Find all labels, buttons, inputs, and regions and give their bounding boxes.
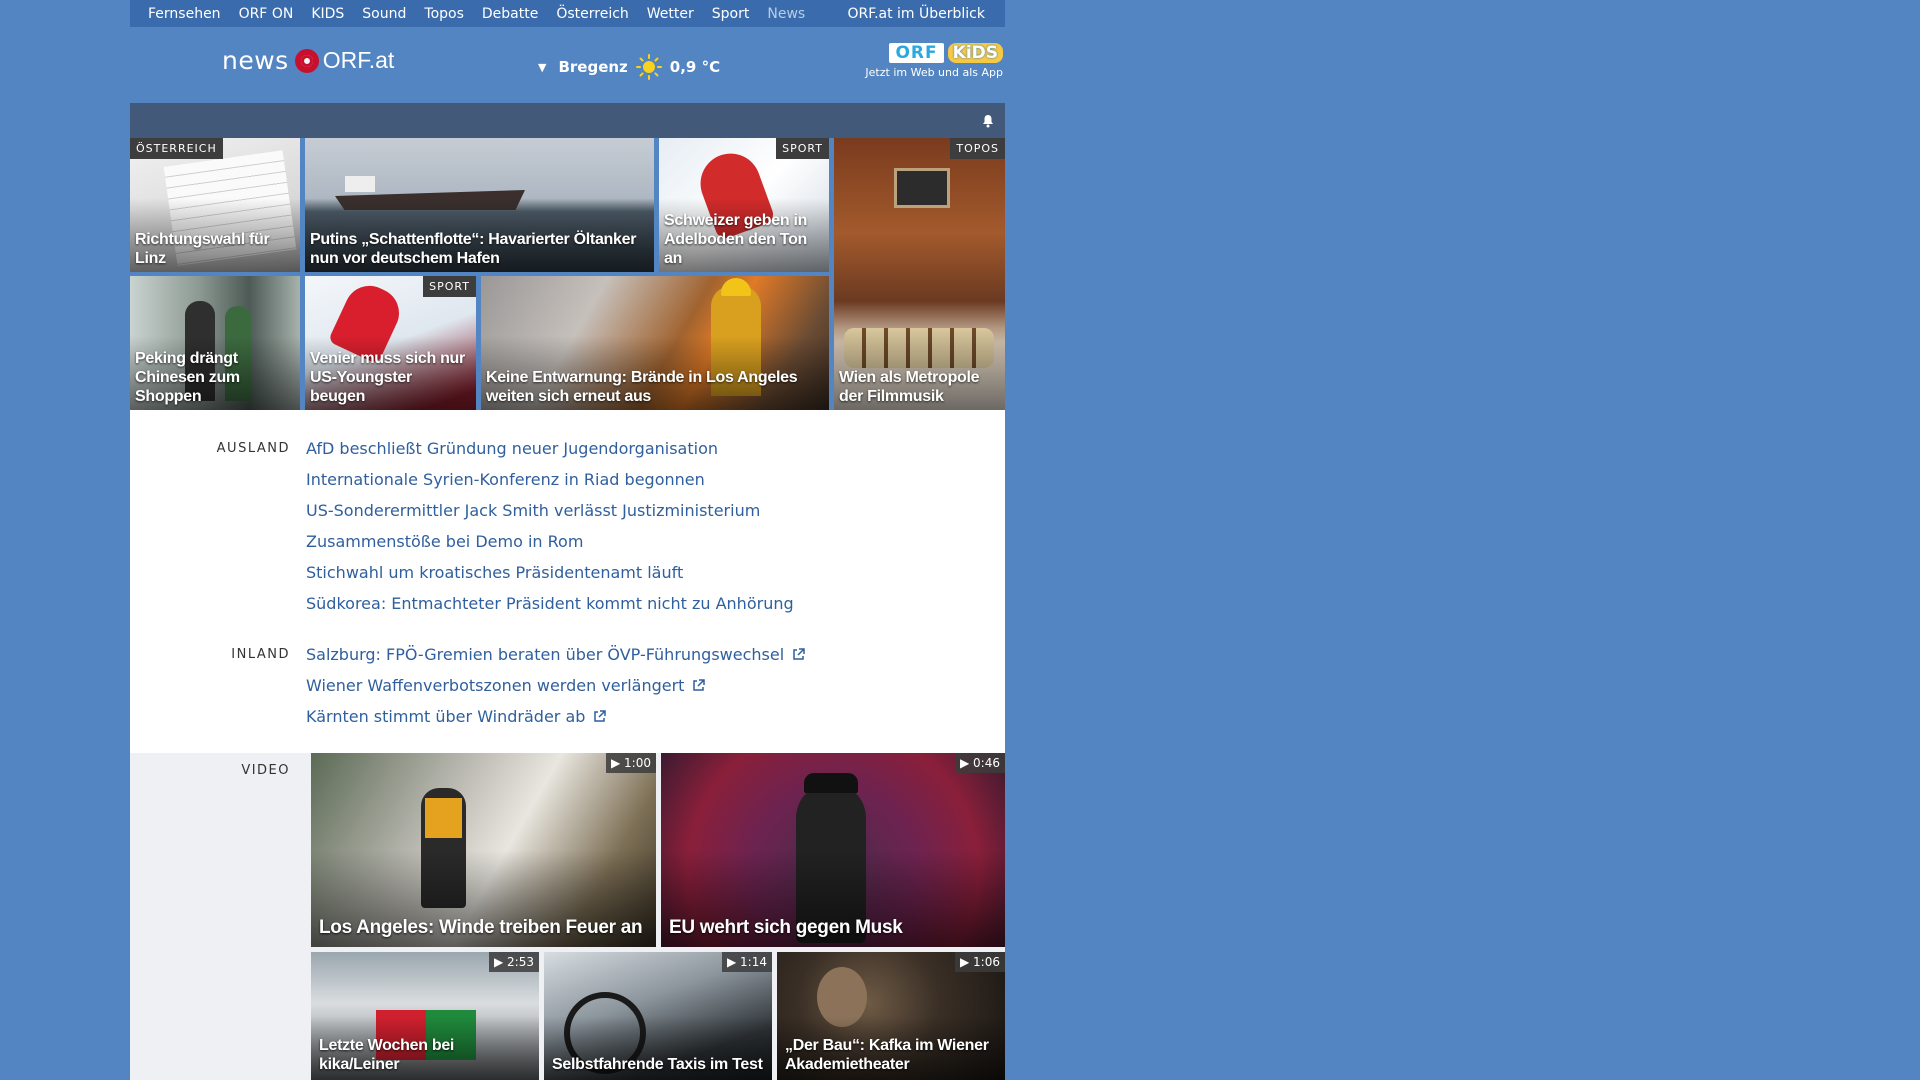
teaser-tag: TOPOS: [950, 138, 1005, 159]
nav-item-oesterreich[interactable]: Österreich: [556, 6, 628, 22]
nav-overview-link[interactable]: ORF.at im Überblick: [848, 6, 985, 22]
video-duration: ▶ 0:46: [955, 753, 1005, 773]
orf-kids-logo-orf: ORF: [889, 43, 944, 63]
logo-orf-text: ORF.at: [322, 47, 395, 73]
news-link-text: Wiener Waffenverbotszonen werden verläng…: [306, 676, 685, 695]
orf-kids-logo-kids: KiDS: [947, 43, 1003, 63]
nav-item-kids[interactable]: KIDS: [311, 6, 344, 22]
teaser-los-angeles[interactable]: Keine Entwarnung: Brände in Los Angeles …: [481, 276, 829, 410]
nav-item-orf-on[interactable]: ORF ON: [239, 6, 294, 22]
teaser-title: Putins „Schattenflotte“: Havarierter Ölt…: [310, 231, 637, 267]
news-link[interactable]: Stichwahl um kroatisches Präsidentenamt …: [306, 557, 794, 588]
news-link[interactable]: Internationale Syrien-Konferenz in Riad …: [306, 464, 794, 495]
teaser-title: Schweizer geben in Adelboden den Ton an: [664, 212, 808, 267]
teaser-filmmusik[interactable]: TOPOS Wien als Metropole der Filmmusik: [834, 138, 1005, 410]
video-tile[interactable]: ▶ 1:00 Los Angeles: Winde treiben Feuer …: [311, 753, 656, 947]
teaser-peking[interactable]: Peking drängt Chinesen zum Shoppen: [130, 276, 300, 410]
page-container: Fernsehen ORF ON KIDS Sound Topos Debatt…: [130, 0, 1005, 1080]
video-tile[interactable]: ▶ 0:46 EU wehrt sich gegen Musk: [661, 753, 1005, 947]
video-title: Selbstfahrende Taxis im Test: [552, 1056, 763, 1073]
dropdown-triangle-icon: ▼: [538, 60, 547, 74]
video-title: Los Angeles: Winde treiben Feuer an: [319, 917, 643, 938]
nav-item-sound[interactable]: Sound: [362, 6, 406, 22]
news-list-area: AUSLAND AfD beschließt Gründung neuer Ju…: [130, 410, 1005, 753]
teaser-tag: SPORT: [423, 276, 476, 297]
video-tile[interactable]: ▶ 2:53 Letzte Wochen bei kika/Leiner: [311, 952, 539, 1080]
news-orf-logo[interactable]: news ORF.at: [222, 46, 394, 75]
teaser-tag: SPORT: [776, 138, 829, 159]
teaser-linz[interactable]: ÖSTERREICH Richtungswahl für Linz: [130, 138, 300, 272]
nav-item-sport[interactable]: Sport: [712, 6, 750, 22]
external-link-icon: [693, 679, 706, 691]
video-duration: ▶ 2:53: [489, 952, 539, 972]
video-tile[interactable]: ▶ 1:06 „Der Bau“: Kafka im Wiener Akadem…: [777, 952, 1005, 1080]
section-label: AUSLAND: [216, 441, 290, 456]
video-section: VIDEO ▶ 1:00 Los Angeles: Winde treiben …: [130, 753, 1005, 1080]
teaser-adelboden[interactable]: SPORT Schweizer geben in Adelboden den T…: [659, 138, 829, 272]
nav-item-topos[interactable]: Topos: [424, 6, 463, 22]
teaser-title: Venier muss sich nur US-Youngster beugen: [310, 350, 465, 405]
teaser-title: Keine Entwarnung: Brände in Los Angeles …: [486, 369, 798, 405]
teaser-title: Wien als Metropole der Filmmusik: [839, 369, 980, 405]
teaser-schattenflotte[interactable]: Putins „Schattenflotte“: Havarierter Ölt…: [305, 138, 654, 272]
teaser-title: Richtungswahl für Linz: [135, 231, 270, 267]
news-link[interactable]: US-Sonderermittler Jack Smith verlässt J…: [306, 495, 794, 526]
section-label: INLAND: [231, 647, 290, 662]
news-link-external[interactable]: Wiener Waffenverbotszonen werden verläng…: [306, 670, 805, 701]
video-duration: ▶ 1:06: [955, 952, 1005, 972]
top-navigation: Fernsehen ORF ON KIDS Sound Topos Debatt…: [130, 0, 1005, 27]
notification-bar: [130, 103, 1005, 138]
section-label: VIDEO: [241, 763, 290, 778]
inland-links: Salzburg: FPÖ-Gremien beraten über ÖVP-F…: [306, 639, 805, 732]
external-link-icon: [793, 648, 805, 660]
teaser-title: Peking drängt Chinesen zum Shoppen: [135, 350, 240, 405]
video-title: „Der Bau“: Kafka im Wiener Akademietheat…: [785, 1037, 989, 1073]
news-link-external[interactable]: Kärnten stimmt über Windräder ab: [306, 701, 805, 732]
teaser-tag: ÖSTERREICH: [130, 138, 223, 159]
orf-kids-subtitle: Jetzt im Web und als App: [865, 66, 1003, 79]
orf-eye-icon: [294, 48, 319, 73]
sun-icon: [635, 54, 662, 80]
video-duration: ▶ 1:14: [722, 952, 772, 972]
weather-widget[interactable]: ▼ Bregenz 0,9 °C: [538, 54, 720, 80]
news-link[interactable]: AfD beschließt Gründung neuer Jugendorga…: [306, 433, 794, 464]
external-link-icon: [594, 710, 607, 722]
nav-item-wetter[interactable]: Wetter: [647, 6, 694, 22]
news-link-text: Salzburg: FPÖ-Gremien beraten über ÖVP-F…: [306, 645, 785, 664]
teaser-venier[interactable]: SPORT Venier muss sich nur US-Youngster …: [305, 276, 476, 410]
bell-icon[interactable]: [981, 114, 995, 128]
weather-temperature: 0,9 °C: [669, 58, 721, 76]
video-tile[interactable]: ▶ 1:14 Selbstfahrende Taxis im Test: [544, 952, 772, 1080]
logo-news-text: news: [222, 46, 289, 75]
news-link[interactable]: Südkorea: Entmachteter Präsident kommt n…: [306, 588, 794, 619]
site-header: news ORF.at ▼ Bregenz 0,9 °C ORF KiDS Je…: [130, 27, 1005, 103]
video-title: EU wehrt sich gegen Musk: [669, 917, 903, 938]
nav-item-debatte[interactable]: Debatte: [482, 6, 538, 22]
orf-kids-promo[interactable]: ORF KiDS Jetzt im Web und als App: [865, 43, 1003, 79]
nav-item-fernsehen[interactable]: Fernsehen: [148, 6, 221, 22]
news-link-external[interactable]: Salzburg: FPÖ-Gremien beraten über ÖVP-F…: [306, 639, 805, 670]
nav-item-news-active[interactable]: News: [767, 6, 805, 22]
news-link[interactable]: Zusammenstöße bei Demo in Rom: [306, 526, 794, 557]
ausland-links: AfD beschließt Gründung neuer Jugendorga…: [306, 433, 794, 619]
news-link-text: Kärnten stimmt über Windräder ab: [306, 707, 586, 726]
video-title: Letzte Wochen bei kika/Leiner: [319, 1037, 455, 1073]
weather-city: Bregenz: [558, 58, 628, 76]
video-duration: ▶ 1:00: [606, 753, 656, 773]
